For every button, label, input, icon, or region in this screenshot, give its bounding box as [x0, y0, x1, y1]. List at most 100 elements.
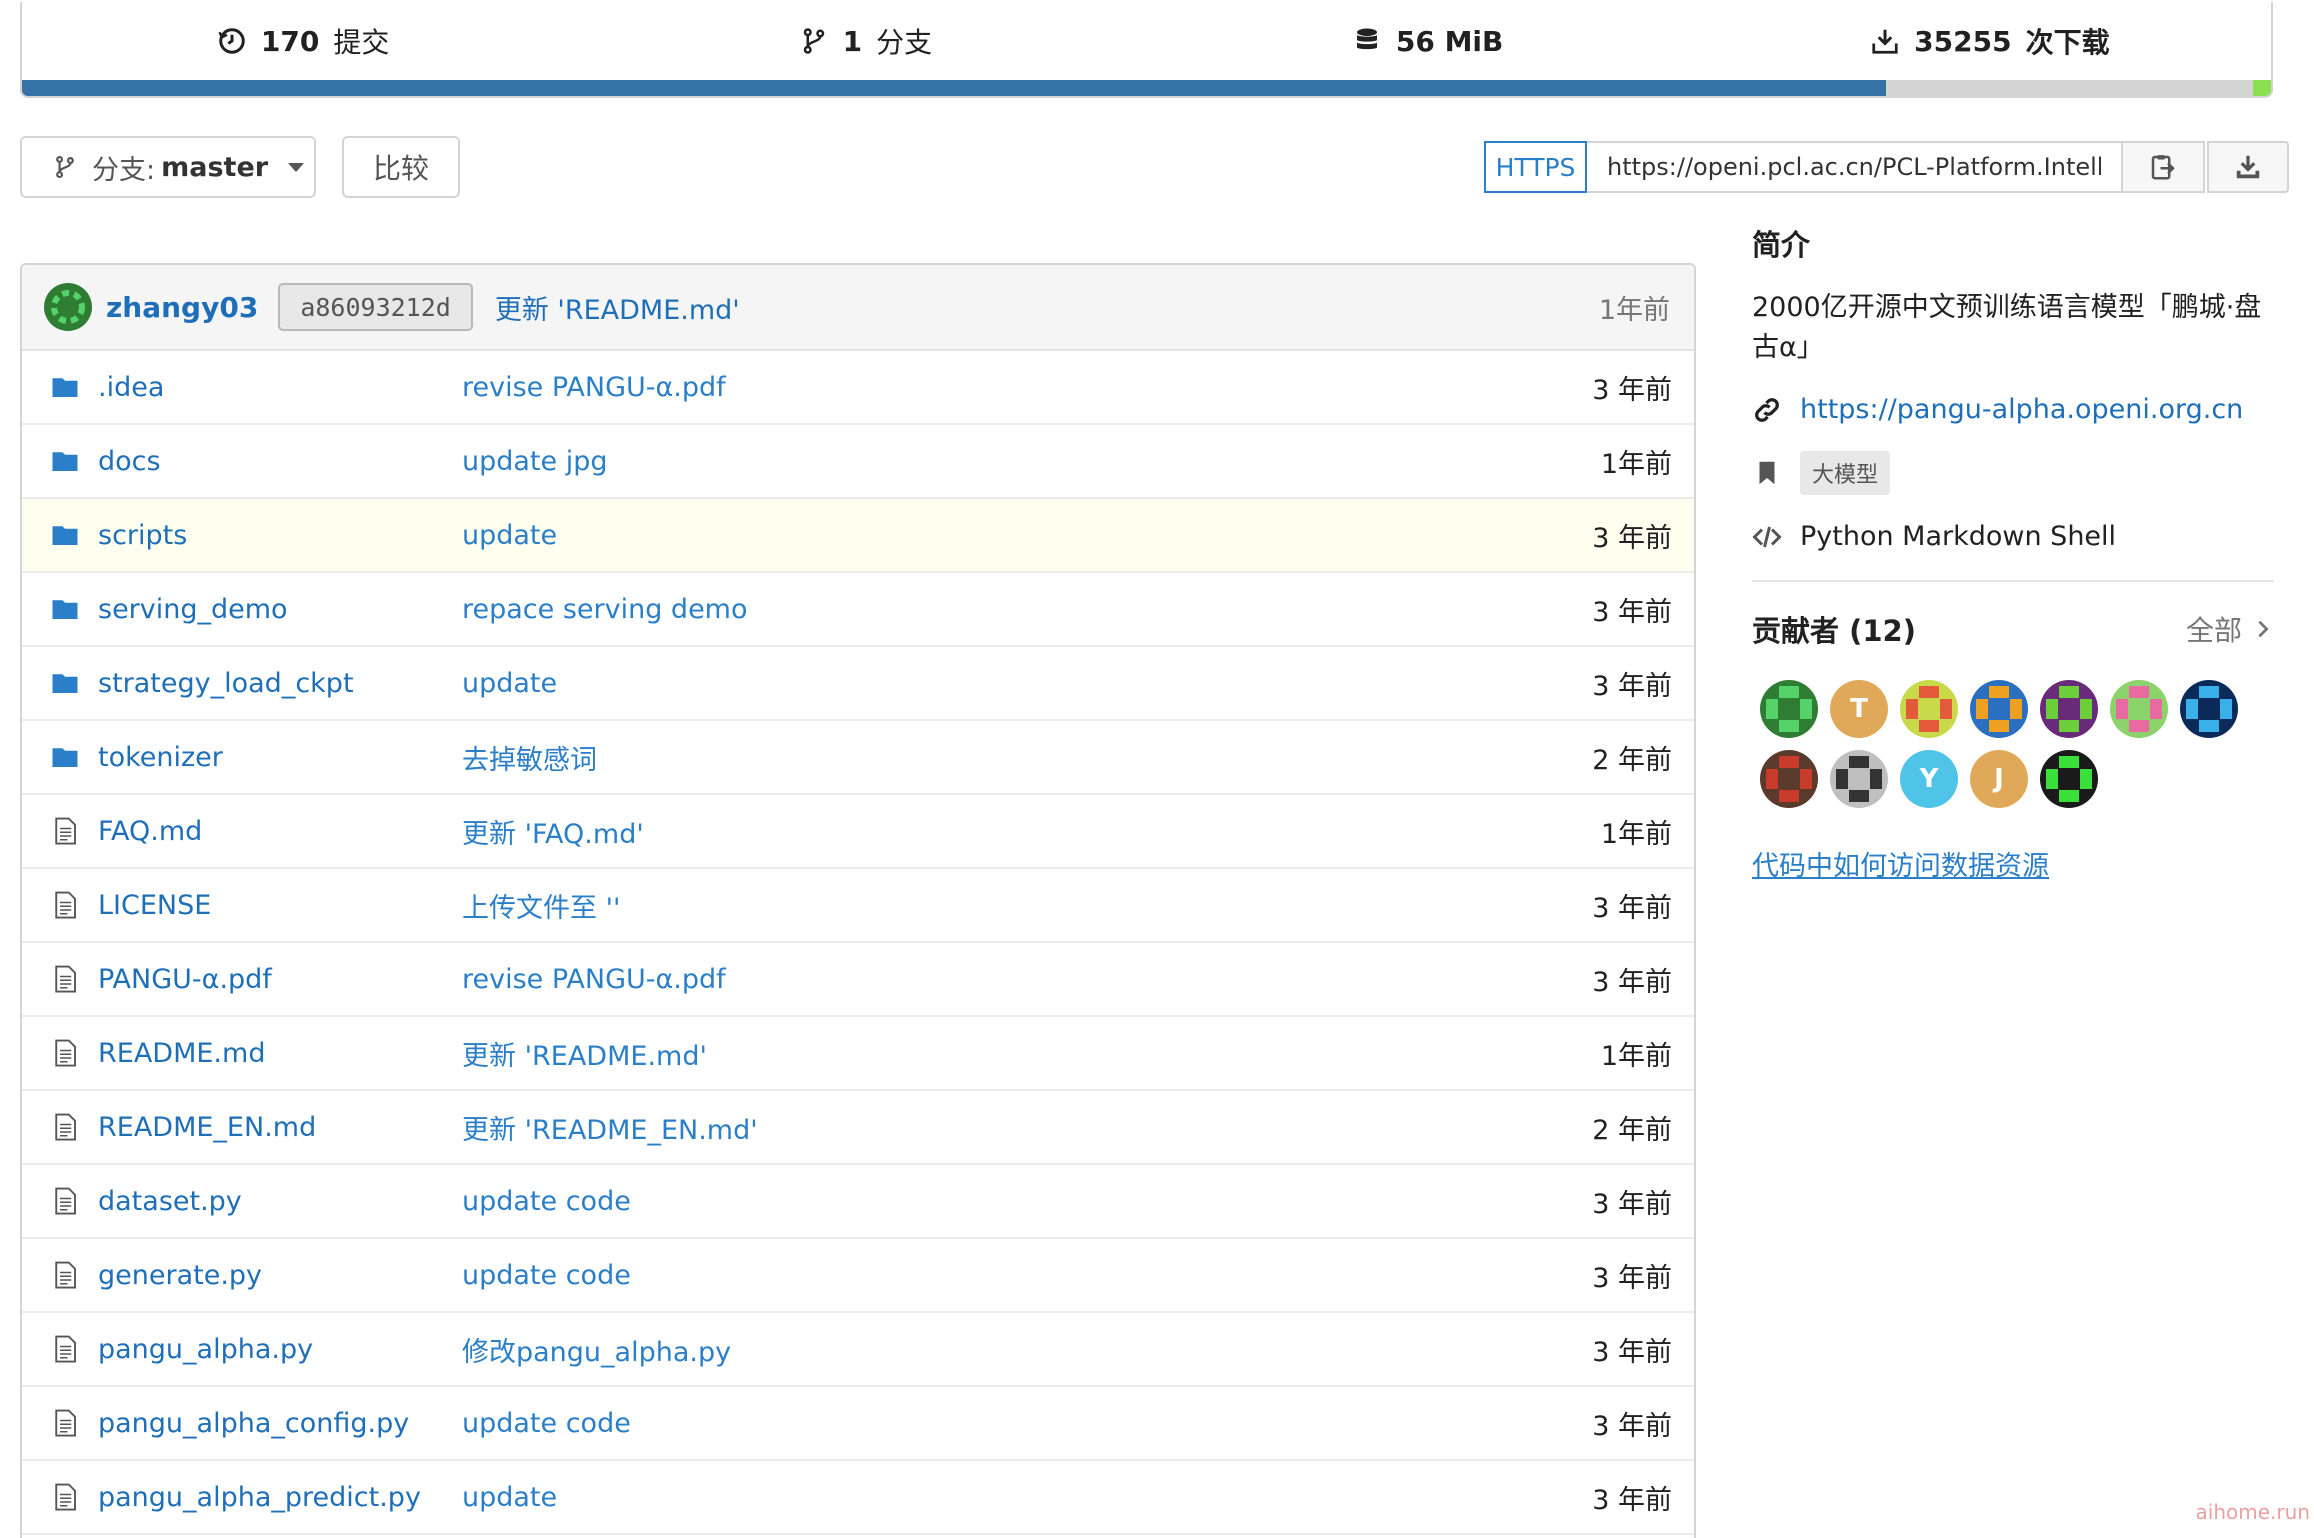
clone-url-input[interactable] [1587, 141, 2123, 193]
branch-icon [803, 28, 824, 54]
file-commit-message-link[interactable]: revise PANGU-α.pdf [462, 372, 726, 403]
contributor-avatar[interactable] [2040, 680, 2098, 738]
file-name-link[interactable]: tokenizer [98, 742, 223, 773]
website-link[interactable]: https://pangu-alpha.openi.org.cn [1800, 394, 2243, 425]
file-name-link[interactable]: pangu_alpha_predict.py [98, 1482, 421, 1513]
commit-author-link[interactable]: zhangy03 [106, 291, 258, 324]
file-commit-message-link[interactable]: 更新 'README.md' [462, 1034, 707, 1073]
contributor-avatar[interactable] [2040, 750, 2098, 808]
file-commit-time: 3 年前 [1592, 522, 1672, 554]
commits-count: 170 [260, 24, 320, 58]
file-list: .idea revise PANGU-α.pdf 3 年前 docs update jp… [22, 351, 1694, 1535]
link-icon [1755, 397, 1779, 422]
file-name-link[interactable]: README.md [98, 1038, 265, 1069]
file-commit-message-link[interactable]: update jpg [462, 446, 608, 477]
file-commit-time: 1年前 [1600, 818, 1672, 850]
file-commit-message-link[interactable]: update [462, 520, 557, 551]
contributor-avatar[interactable] [1970, 680, 2028, 738]
download-tray-icon [1872, 29, 1898, 54]
file-name-link[interactable]: pangu_alpha.py [98, 1334, 313, 1365]
commit-message-link[interactable]: 更新 'README.md' [495, 288, 740, 327]
data-resource-help-link[interactable]: 代码中如何访问数据资源 [1752, 844, 2049, 883]
topic-tag[interactable]: 大模型 [1800, 451, 1891, 495]
file-commit-message-link[interactable]: revise PANGU-α.pdf [462, 964, 726, 995]
file-commit-message-link[interactable]: 修改pangu_alpha.py [462, 1330, 731, 1369]
file-commit-time: 2 年前 [1592, 744, 1672, 776]
file-name-link[interactable]: README_EN.md [98, 1112, 316, 1143]
file-commit-message-link[interactable]: 更新 'FAQ.md' [462, 812, 644, 851]
latest-commit-header: zhangy03 a86093212d 更新 'README.md' 1年前 [22, 265, 1694, 351]
compare-button[interactable]: 比较 [342, 136, 460, 198]
branch-prefix: 分支: [92, 154, 156, 186]
contributor-avatar[interactable]: T [1830, 680, 1888, 738]
download-archive-button[interactable] [2207, 141, 2289, 193]
file-icon [50, 1112, 80, 1142]
file-commit-time: 1年前 [1600, 1040, 1672, 1072]
file-name-link[interactable]: FAQ.md [98, 816, 202, 847]
divider [1752, 580, 2274, 582]
branches-stat[interactable]: 1 分支 [584, 21, 1146, 61]
file-name-link[interactable]: .idea [98, 372, 164, 403]
file-name-link[interactable]: dataset.py [98, 1186, 242, 1217]
file-name-link[interactable]: LICENSE [98, 890, 211, 921]
table-row: pangu_alpha_config.py update code 3 年前 [22, 1387, 1694, 1461]
table-row: PANGU-α.pdf revise PANGU-α.pdf 3 年前 [22, 943, 1694, 1017]
file-name-link[interactable]: strategy_load_ckpt [98, 668, 354, 699]
contributor-avatar[interactable] [1830, 750, 1888, 808]
file-icon [50, 890, 80, 920]
folder-icon [50, 520, 80, 550]
contributor-avatar[interactable]: J [1970, 750, 2028, 808]
file-commit-message-link[interactable]: 上传文件至 '' [462, 886, 620, 925]
contributor-avatar[interactable] [1760, 750, 1818, 808]
chevron-right-icon [2258, 620, 2269, 638]
file-name-link[interactable]: PANGU-α.pdf [98, 964, 272, 995]
file-commit-message-link[interactable]: 去掉敏感词 [462, 738, 597, 777]
table-row: docs update jpg 1年前 [22, 425, 1694, 499]
commit-sha-button[interactable]: a86093212d [278, 283, 473, 331]
contributor-avatar[interactable] [1900, 680, 1958, 738]
table-row: scripts update 3 年前 [22, 499, 1694, 573]
file-name-link[interactable]: serving_demo [98, 594, 288, 625]
file-commit-time: 3 年前 [1592, 1410, 1672, 1442]
database-icon [1356, 28, 1377, 50]
file-commit-message-link[interactable]: repace serving demo [462, 594, 748, 625]
file-icon [50, 1038, 80, 1068]
file-name-link[interactable]: scripts [98, 520, 187, 551]
file-name-link[interactable]: pangu_alpha_config.py [98, 1408, 409, 1439]
https-protocol-button[interactable]: HTTPS [1484, 141, 1587, 193]
folder-icon [50, 446, 80, 476]
file-name-link[interactable]: generate.py [98, 1260, 262, 1291]
file-commit-message-link[interactable]: update [462, 1482, 557, 1513]
file-name-link[interactable]: docs [98, 446, 161, 477]
file-icon [50, 964, 80, 994]
topics-line: 大模型 [1752, 451, 2274, 495]
file-commit-time: 3 年前 [1592, 892, 1672, 924]
download-icon [2236, 155, 2260, 179]
avatar[interactable] [44, 283, 92, 331]
avatar-initial: T [1850, 694, 1868, 724]
table-row: pangu_alpha.py 修改pangu_alpha.py 3 年前 [22, 1313, 1694, 1387]
commits-stat[interactable]: 170 提交 [22, 21, 584, 61]
folder-icon [50, 372, 80, 402]
contributor-avatar[interactable] [2110, 680, 2168, 738]
file-commit-message-link[interactable]: update code [462, 1186, 631, 1217]
clipboard-icon [2151, 155, 2175, 180]
table-row: generate.py update code 3 年前 [22, 1239, 1694, 1313]
file-icon [50, 816, 80, 846]
copy-url-button[interactable] [2123, 141, 2205, 193]
file-commit-message-link[interactable]: update code [462, 1260, 631, 1291]
branches-label: 分支 [876, 26, 933, 59]
all-contributors-link[interactable]: 全部 [2186, 609, 2274, 649]
table-row: pangu_alpha_predict.py update 3 年前 [22, 1461, 1694, 1535]
file-commit-message-link[interactable]: update code [462, 1408, 631, 1439]
file-commit-time: 2 年前 [1592, 1114, 1672, 1146]
branch-dropdown[interactable]: 分支: master [20, 136, 316, 198]
contributor-avatar[interactable]: Y [1900, 750, 1958, 808]
contributor-avatar[interactable] [1760, 680, 1818, 738]
file-commit-time: 3 年前 [1592, 966, 1672, 998]
branch-icon [56, 155, 74, 179]
file-commit-message-link[interactable]: 更新 'README_EN.md' [462, 1108, 758, 1147]
file-commit-message-link[interactable]: update [462, 668, 557, 699]
file-commit-time: 1年前 [1600, 448, 1672, 480]
contributor-avatar[interactable] [2180, 680, 2238, 738]
